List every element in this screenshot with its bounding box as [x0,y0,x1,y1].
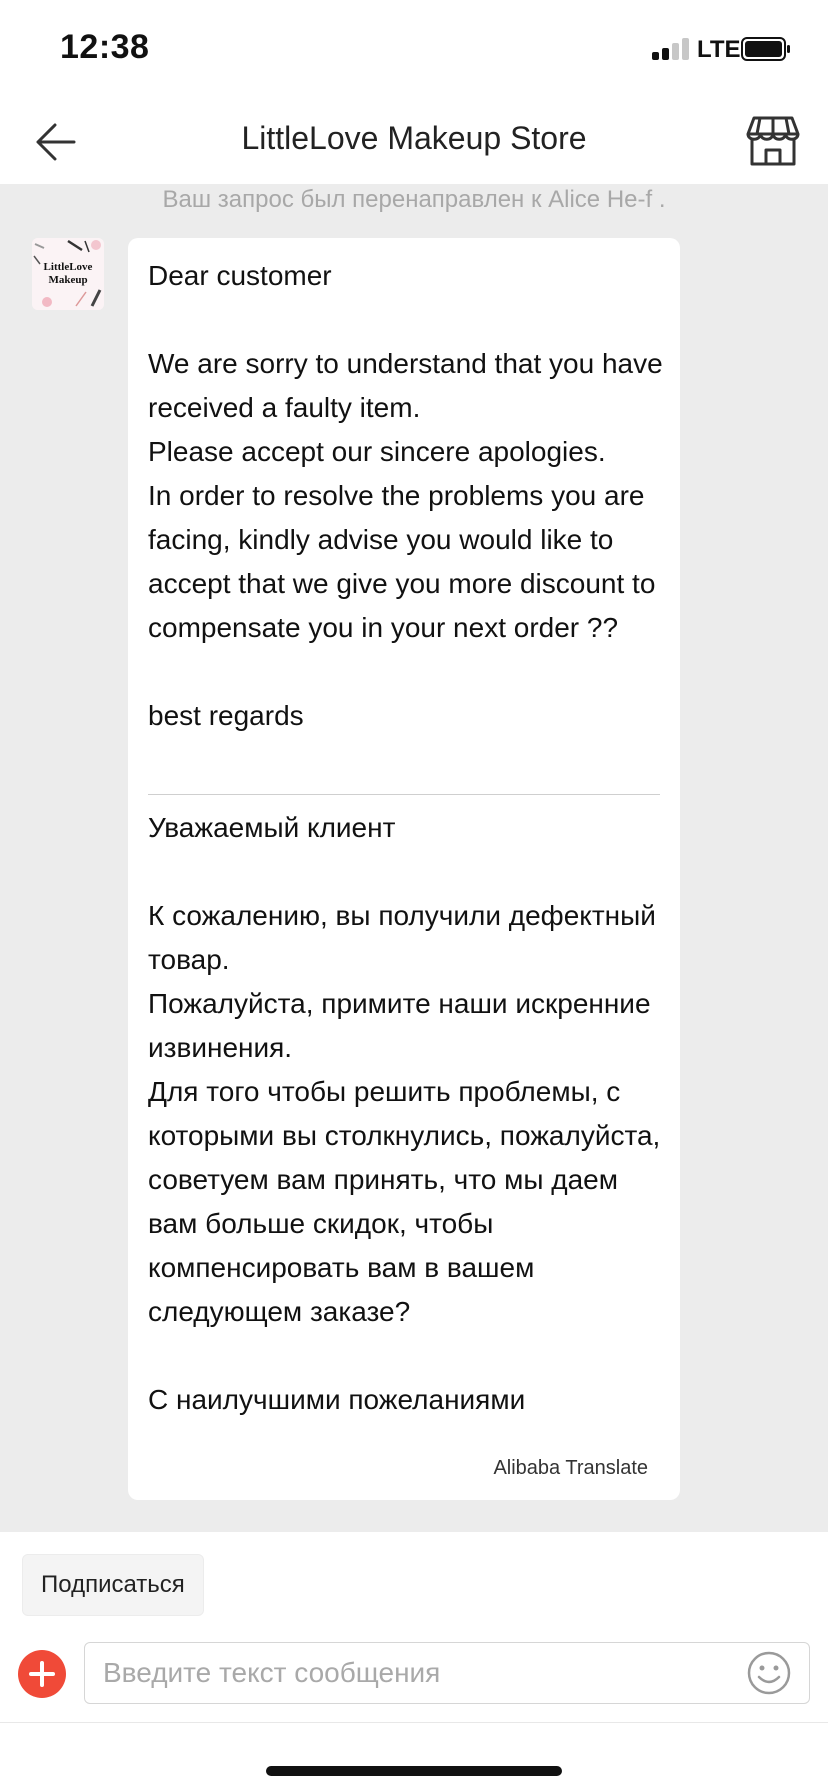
plus-icon[interactable] [18,1650,66,1698]
battery-icon [741,37,790,61]
network-type: LTE [697,36,741,63]
emoji-button[interactable] [746,1650,792,1696]
avatar[interactable]: LittleLove Makeup [32,238,104,310]
status-bar: 12:38 LTE [0,0,828,100]
message-bubble[interactable]: Dear customer We are sorry to understand… [128,238,680,1500]
chat-area[interactable]: Ваш запрос был перенаправлен к Alice He-… [0,184,828,1532]
storefront-icon [746,116,800,166]
page-title: LittleLove Makeup Store [241,120,587,156]
store-logo: LittleLove Makeup [32,238,104,310]
svg-text:Makeup: Makeup [48,274,87,286]
redirect-note: Ваш запрос был перенаправлен к Alice He-… [162,186,666,213]
smiley-icon [747,1651,791,1695]
status-time: 12:38 [60,28,150,66]
message-input[interactable] [84,1642,810,1704]
home-indicator [266,1766,562,1776]
signal-icon [652,38,692,60]
subscribe-button[interactable]: Подписаться [22,1554,204,1616]
divider [0,1722,828,1723]
store-button[interactable] [744,114,802,168]
translation-divider [148,794,660,795]
message-original-text: Dear customer We are sorry to understand… [148,260,663,731]
nav-bar: LittleLove Makeup Store [0,100,828,184]
translation-credit: Alibaba Translate [493,1457,648,1479]
svg-text:LittleLove: LittleLove [44,261,93,273]
composer-bar: Подписаться [0,1532,828,1792]
message-translated-text: Уважаемый клиент К сожалению, вы получил… [148,812,661,1415]
